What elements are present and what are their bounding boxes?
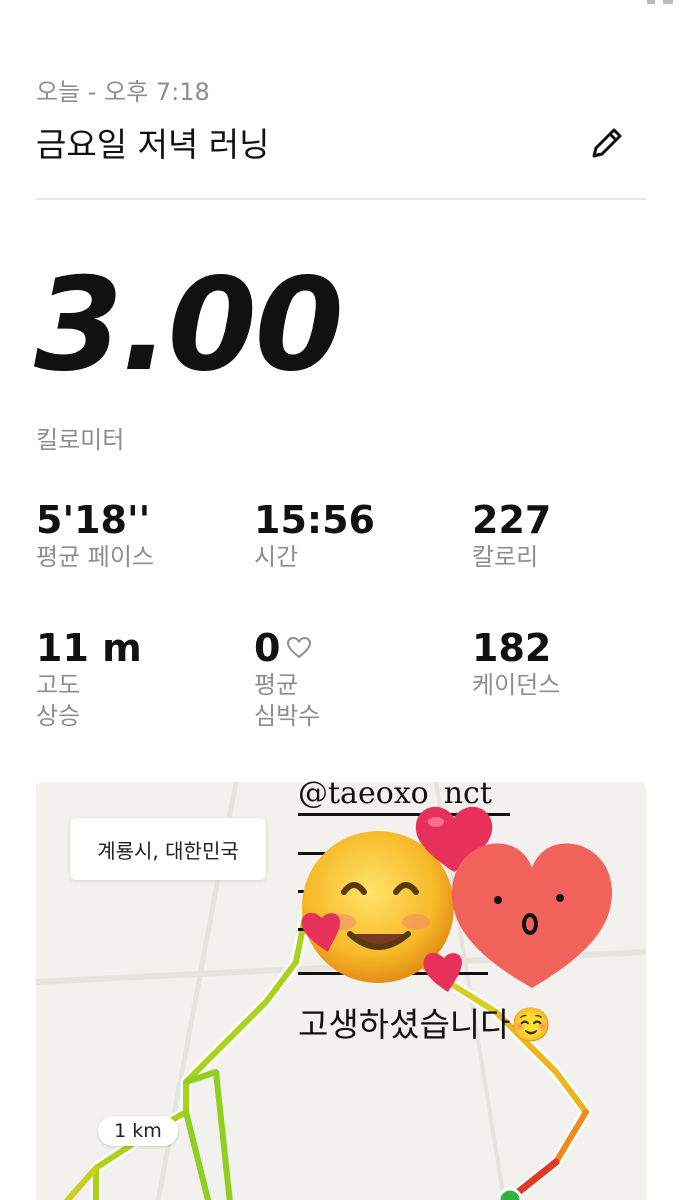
stat-calories: 227 칼로리	[472, 498, 552, 573]
pencil-icon	[592, 128, 622, 158]
edit-button[interactable]	[586, 120, 630, 164]
activity-date: 오늘 - 오후 7:18	[36, 78, 210, 106]
stat-label-line1: 평균	[254, 670, 299, 699]
status-bar-fragment	[641, 0, 681, 8]
stat-avg-pace: 5'18'' 평균 페이스	[36, 498, 155, 573]
activity-title: 금요일 저녁 러닝	[36, 125, 270, 164]
overlay-message: 고생하셨습니다☺️	[298, 1006, 552, 1043]
heart-outline-icon	[287, 636, 312, 658]
stat-label-line1: 고도	[36, 670, 81, 699]
distance-marker: 1 km	[98, 1116, 178, 1146]
stat-label: 시간	[254, 542, 299, 571]
stat-label: 칼로리	[472, 542, 539, 571]
location-label: 계룡시, 대한민국	[70, 818, 266, 880]
stat-avg-heart-rate: 0 평균 심박수	[254, 626, 321, 732]
stat-value: 5'18''	[36, 498, 151, 542]
stat-label-line2: 심박수	[254, 701, 321, 730]
red-heart-face-sticker	[451, 843, 612, 988]
stat-cadence: 182 케이던스	[472, 626, 561, 701]
stat-value: 182	[472, 626, 552, 670]
header-divider	[36, 198, 646, 200]
distance-unit: 킬로미터	[36, 426, 125, 454]
distance-value: 3.00	[34, 251, 344, 400]
stat-value: 11 m	[36, 626, 142, 670]
stat-time: 15:56 시간	[254, 498, 375, 573]
stat-value: 0	[254, 626, 281, 670]
stat-label: 평균 페이스	[36, 542, 155, 571]
stat-value: 15:56	[254, 498, 375, 542]
stat-elevation-gain: 11 m 고도 상승	[36, 626, 142, 732]
stat-label: 케이던스	[472, 670, 561, 699]
stat-label-line2: 상승	[36, 701, 81, 730]
stat-value: 227	[472, 498, 552, 542]
